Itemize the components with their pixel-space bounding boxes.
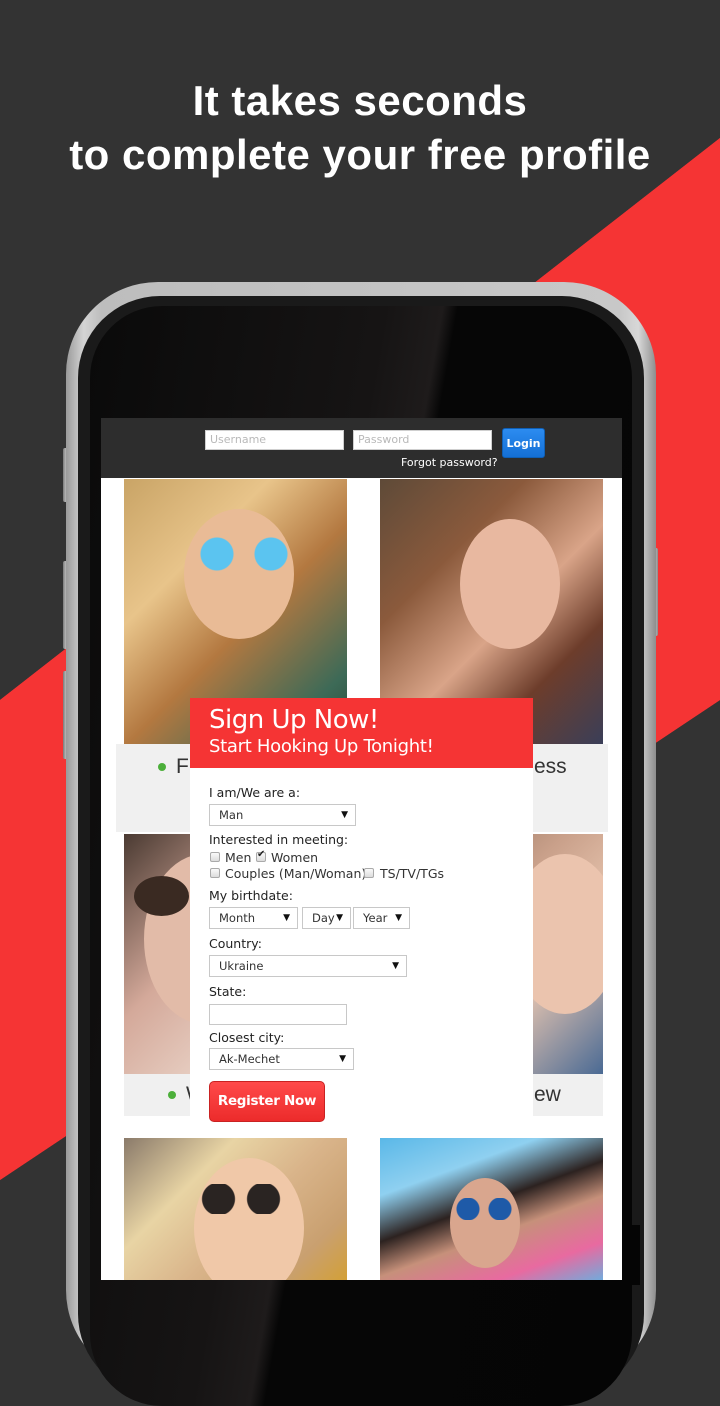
iam-label: I am/We are a: bbox=[209, 785, 301, 800]
login-bar: Username Password Login Forgot password? bbox=[101, 418, 622, 478]
photo-face bbox=[194, 1158, 304, 1280]
birth-day-select[interactable]: Day ▼ bbox=[302, 907, 351, 929]
sunglasses-graphic bbox=[452, 1198, 516, 1220]
feature-caption-text-left: F bbox=[176, 755, 189, 778]
sunglasses-graphic bbox=[190, 537, 298, 571]
checkbox-men[interactable] bbox=[210, 852, 220, 862]
signup-subtitle: Start Hooking Up Tonight! bbox=[209, 736, 434, 757]
checkbox-couples-label: Couples (Man/Woman) bbox=[225, 866, 367, 881]
birth-year-value: Year bbox=[363, 911, 388, 925]
interested-label: Interested in meeting: bbox=[209, 832, 349, 847]
checkbox-ts-label: TS/TV/TGs bbox=[380, 866, 445, 881]
chevron-down-icon: ▼ bbox=[392, 961, 399, 971]
phone-edge-shadow bbox=[629, 1225, 640, 1285]
sunglasses-graphic bbox=[196, 1184, 286, 1214]
city-label: Closest city: bbox=[209, 1030, 285, 1045]
chevron-down-icon: ▼ bbox=[341, 810, 348, 820]
chevron-down-icon: ▼ bbox=[395, 913, 402, 923]
photo-face bbox=[460, 519, 560, 649]
profile-photo[interactable] bbox=[124, 1138, 347, 1280]
password-input[interactable]: Password bbox=[353, 430, 492, 450]
country-select[interactable]: Ukraine ▼ bbox=[209, 955, 407, 977]
country-value: Ukraine bbox=[219, 959, 264, 973]
state-label: State: bbox=[209, 984, 247, 999]
checkbox-women-label: Women bbox=[271, 850, 319, 865]
birth-month-value: Month bbox=[219, 911, 256, 925]
birthdate-label: My birthdate: bbox=[209, 888, 293, 903]
birth-year-select[interactable]: Year ▼ bbox=[353, 907, 410, 929]
feature-caption-text-right: ew bbox=[534, 1083, 561, 1106]
chevron-down-icon: ▼ bbox=[283, 913, 290, 923]
signup-form: Sign Up Now! Start Hooking Up Tonight! I… bbox=[190, 698, 533, 1128]
iam-select[interactable]: Man ▼ bbox=[209, 804, 356, 826]
register-now-button[interactable]: Register Now bbox=[209, 1081, 325, 1122]
photo-face bbox=[450, 1178, 520, 1268]
chevron-down-icon: ▼ bbox=[339, 1054, 346, 1064]
city-select[interactable]: Ak-Mechet ▼ bbox=[209, 1048, 354, 1070]
headline-line-2: to complete your free profile bbox=[69, 131, 651, 178]
feature-caption-text-right: ess bbox=[534, 755, 567, 778]
birth-month-select[interactable]: Month ▼ bbox=[209, 907, 298, 929]
signup-title: Sign Up Now! bbox=[209, 705, 379, 735]
state-input[interactable] bbox=[209, 1004, 347, 1025]
chevron-down-icon: ▼ bbox=[336, 913, 343, 923]
city-value: Ak-Mechet bbox=[219, 1052, 280, 1066]
iam-select-value: Man bbox=[219, 808, 244, 822]
login-button[interactable]: Login bbox=[502, 428, 545, 458]
photo-face bbox=[184, 509, 294, 639]
country-label: Country: bbox=[209, 936, 262, 951]
checkbox-men-label: Men bbox=[225, 850, 252, 865]
checkbox-ts[interactable] bbox=[364, 868, 374, 878]
bullet-icon bbox=[158, 763, 166, 771]
forgot-password-link[interactable]: Forgot password? bbox=[401, 456, 498, 469]
sunglasses-graphic bbox=[134, 876, 189, 916]
profile-photo[interactable] bbox=[380, 1138, 603, 1280]
checkbox-couples[interactable] bbox=[210, 868, 220, 878]
checkbox-women[interactable] bbox=[256, 849, 266, 862]
username-input[interactable]: Username bbox=[205, 430, 344, 450]
headline-line-1: It takes seconds bbox=[192, 77, 528, 124]
bullet-icon bbox=[168, 1091, 176, 1099]
signup-header: Sign Up Now! Start Hooking Up Tonight! bbox=[190, 698, 533, 768]
promo-headline: It takes seconds to complete your free p… bbox=[0, 74, 720, 182]
birth-day-value: Day bbox=[312, 911, 335, 925]
website-screen: Username Password Login Forgot password?… bbox=[101, 418, 622, 1280]
